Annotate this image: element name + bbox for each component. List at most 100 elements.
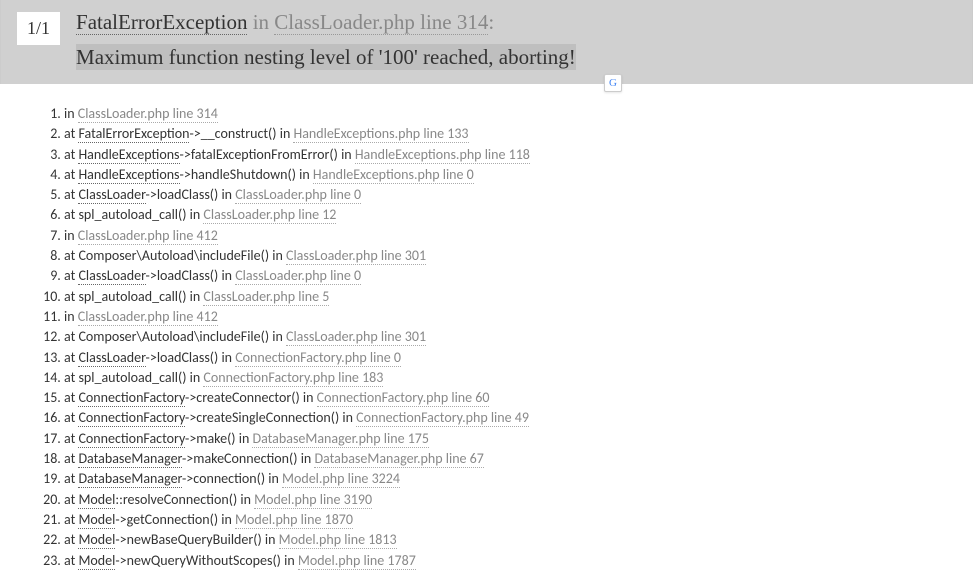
frame-arrow: -> xyxy=(185,430,196,447)
trace-list: in ClassLoader.php line 314at FatalError… xyxy=(40,104,957,571)
header-row: 1/1 FatalErrorException in ClassLoader.p… xyxy=(17,10,956,70)
frame-location[interactable]: Model.php line 3190 xyxy=(254,491,372,509)
frame-class[interactable]: ClassLoader xyxy=(78,349,145,367)
frame-prefix: at xyxy=(64,267,78,284)
frame-class[interactable]: ConnectionFactory xyxy=(78,389,185,407)
frame-prefix: at xyxy=(64,552,78,569)
trace-frame: at spl_autoload_call() in ClassLoader.ph… xyxy=(64,287,957,307)
trace-frame: at spl_autoload_call() in ConnectionFact… xyxy=(64,368,957,388)
in-word: in xyxy=(247,10,274,34)
frame-arrow: -> xyxy=(185,389,196,406)
frame-arrow: -> xyxy=(115,511,126,528)
frame-location[interactable]: HandleExceptions.php line 0 xyxy=(313,166,474,184)
frame-prefix: at xyxy=(64,450,78,467)
frame-arrow: -> xyxy=(182,450,193,467)
frame-method: makeConnection() xyxy=(193,450,297,467)
trace-frame: at Model->newQueryWithoutScopes() in Mod… xyxy=(64,551,957,571)
frame-class[interactable]: ClassLoader xyxy=(78,267,145,285)
frame-location[interactable]: ClassLoader.php line 0 xyxy=(235,186,361,204)
frame-in-word: in xyxy=(236,430,253,447)
trace-frame: at ConnectionFactory->createConnector() … xyxy=(64,388,957,408)
frame-class[interactable]: ConnectionFactory xyxy=(78,430,185,448)
frame-location[interactable]: HandleExceptions.php line 133 xyxy=(293,125,468,143)
frame-class[interactable]: Model xyxy=(78,511,115,529)
frame-location[interactable]: ConnectionFactory.php line 60 xyxy=(317,389,490,407)
frame-arrow: -> xyxy=(115,531,126,548)
frame-in-word: in xyxy=(298,450,315,467)
frame-in-word: in xyxy=(187,206,204,223)
frame-method: connection() xyxy=(193,470,265,487)
frame-class[interactable]: HandleExceptions xyxy=(78,166,179,184)
frame-location[interactable]: ClassLoader.php line 301 xyxy=(286,328,426,346)
trace-frame: at spl_autoload_call() in ClassLoader.ph… xyxy=(64,205,957,225)
exception-title: FatalErrorException in ClassLoader.php l… xyxy=(76,10,956,70)
frame-prefix: in xyxy=(64,227,78,244)
frame-arrow: -> xyxy=(180,166,191,183)
frame-location[interactable]: ClassLoader.php line 5 xyxy=(203,288,329,306)
trace-frame: at DatabaseManager->connection() in Mode… xyxy=(64,469,957,489)
frame-in-word: in xyxy=(187,288,204,305)
frame-in-word: in xyxy=(296,166,313,183)
frame-class[interactable]: DatabaseManager xyxy=(78,470,182,488)
frame-in-word: in xyxy=(281,552,298,569)
frame-prefix: at xyxy=(64,409,78,426)
frame-class[interactable]: ClassLoader xyxy=(78,186,145,204)
frame-class[interactable]: FatalErrorException xyxy=(78,125,189,143)
exception-location[interactable]: ClassLoader.php line 314 xyxy=(274,10,488,35)
frame-in-word: in xyxy=(269,328,286,345)
frame-location[interactable]: ConnectionFactory.php line 183 xyxy=(203,369,383,387)
frame-arrow: -> xyxy=(115,552,126,569)
frame-location[interactable]: ConnectionFactory.php line 0 xyxy=(235,349,401,367)
frame-location[interactable]: Model.php line 1787 xyxy=(298,552,416,570)
frame-method: Composer\Autoload\includeFile() xyxy=(78,328,269,345)
frame-location[interactable]: ClassLoader.php line 412 xyxy=(78,308,218,326)
trace-frame: in ClassLoader.php line 314 xyxy=(64,104,957,124)
exception-name[interactable]: FatalErrorException xyxy=(76,10,247,35)
frame-location[interactable]: ClassLoader.php line 0 xyxy=(235,267,361,285)
frame-arrow: -> xyxy=(189,125,200,142)
frame-class[interactable]: Model xyxy=(78,531,115,549)
frame-arrow: -> xyxy=(146,267,157,284)
trace-frame: at ClassLoader->loadClass() in ClassLoad… xyxy=(64,266,957,286)
exception-header: 1/1 FatalErrorException in ClassLoader.p… xyxy=(0,0,973,84)
frame-method: spl_autoload_call() xyxy=(78,206,186,223)
exception-title-line1: FatalErrorException in ClassLoader.php l… xyxy=(76,10,956,35)
frame-location[interactable]: DatabaseManager.php line 67 xyxy=(314,450,483,468)
frame-location[interactable]: DatabaseManager.php line 175 xyxy=(252,430,429,448)
trace-frame: at ClassLoader->loadClass() in Connectio… xyxy=(64,348,957,368)
trace-frame: at Composer\Autoload\includeFile() in Cl… xyxy=(64,246,957,266)
frame-method: spl_autoload_call() xyxy=(78,369,186,386)
frame-in-word: in xyxy=(218,511,235,528)
frame-in-word: in xyxy=(218,186,235,203)
frame-method: loadClass() xyxy=(157,186,218,203)
frame-location[interactable]: HandleExceptions.php line 118 xyxy=(355,146,530,164)
frame-in-word: in xyxy=(262,531,279,548)
frame-location[interactable]: Model.php line 1870 xyxy=(235,511,353,529)
frame-class[interactable]: ConnectionFactory xyxy=(78,409,185,427)
trace-frame: in ClassLoader.php line 412 xyxy=(64,226,957,246)
exception-message-wrap: Maximum function nesting level of '100' … xyxy=(76,45,956,70)
trace-frame: at Model->newBaseQueryBuilder() in Model… xyxy=(64,530,957,550)
frame-location[interactable]: ConnectionFactory.php line 49 xyxy=(356,409,529,427)
frame-class[interactable]: HandleExceptions xyxy=(78,146,179,164)
frame-in-word: in xyxy=(269,247,286,264)
frame-prefix: at xyxy=(64,430,78,447)
frame-prefix: at xyxy=(64,125,78,142)
frame-location[interactable]: ClassLoader.php line 301 xyxy=(286,247,426,265)
frame-location[interactable]: ClassLoader.php line 412 xyxy=(78,227,218,245)
frame-arrow: -> xyxy=(182,470,193,487)
translate-icon[interactable]: G xyxy=(604,74,622,92)
frame-method: getConnection() xyxy=(127,511,219,528)
frame-prefix: at xyxy=(64,328,78,345)
frame-class[interactable]: Model xyxy=(78,552,115,570)
frame-location[interactable]: Model.php line 1813 xyxy=(279,531,397,549)
stack-trace: in ClassLoader.php line 314at FatalError… xyxy=(0,84,973,587)
frame-class[interactable]: DatabaseManager xyxy=(78,450,182,468)
frame-location[interactable]: ClassLoader.php line 314 xyxy=(78,105,218,123)
trace-frame: at Composer\Autoload\includeFile() in Cl… xyxy=(64,327,957,347)
trace-frame: at ConnectionFactory->make() in Database… xyxy=(64,429,957,449)
frame-location[interactable]: Model.php line 3224 xyxy=(282,470,400,488)
frame-class[interactable]: Model xyxy=(78,491,115,509)
trace-frame: at Model::resolveConnection() in Model.p… xyxy=(64,490,957,510)
frame-location[interactable]: ClassLoader.php line 12 xyxy=(203,206,336,224)
